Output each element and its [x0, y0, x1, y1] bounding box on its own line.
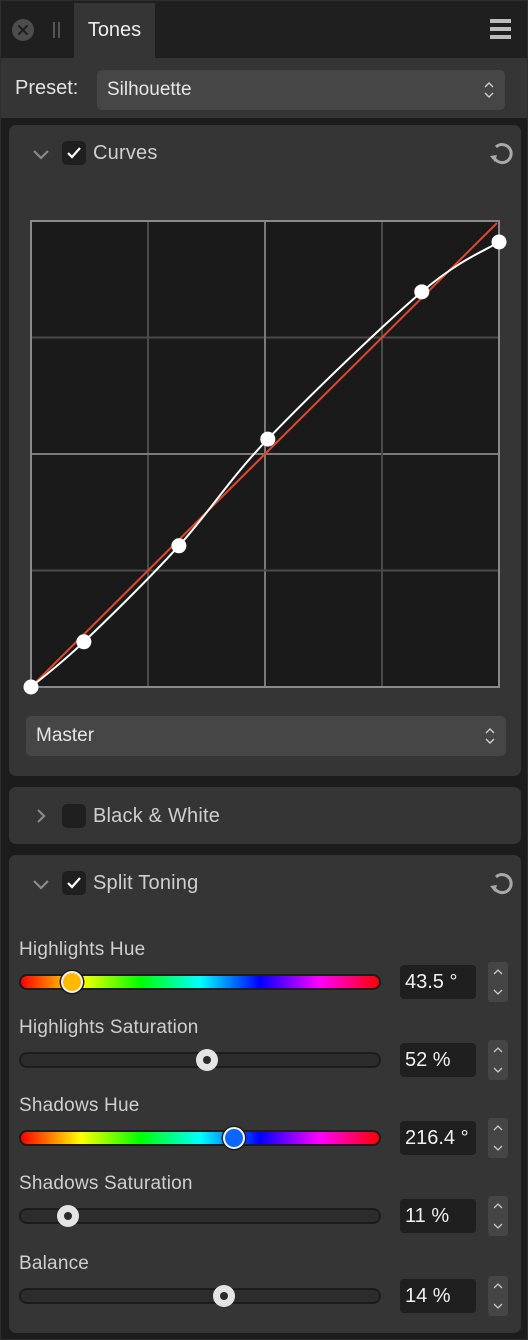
thumb-center-dot: [202, 1056, 211, 1064]
drag-grip-icon[interactable]: [53, 22, 60, 38]
reset-split-toning-icon[interactable]: [487, 869, 515, 897]
split-toning-enable-checkbox[interactable]: [62, 871, 86, 895]
curves-section: Curves Master: [9, 125, 521, 776]
chevron-down-icon: [493, 1145, 503, 1151]
curve-control-point[interactable]: [76, 634, 92, 650]
curve-control-point[interactable]: [23, 679, 39, 695]
curve-control-point[interactable]: [491, 234, 507, 250]
split-toning-header: Split Toning: [9, 855, 521, 913]
close-icon: [18, 25, 28, 35]
highlights-hue-stepper[interactable]: [488, 962, 508, 1002]
channel-value: Master: [36, 725, 95, 746]
decrement-button[interactable]: [488, 1060, 508, 1080]
increment-button[interactable]: [488, 1276, 508, 1296]
preset-value: Silhouette: [107, 79, 192, 100]
chevron-up-icon: [493, 1125, 503, 1131]
up-down-chevron-icon: [484, 82, 494, 98]
curve-control-point[interactable]: [171, 538, 187, 554]
shadows-hue-stepper[interactable]: [488, 1118, 508, 1158]
hamburger-menu-icon-bar: [490, 27, 511, 31]
hamburger-menu-icon-bar: [490, 35, 511, 39]
preset-row: Preset: Silhouette: [1, 58, 527, 118]
tab-tones[interactable]: Tones: [74, 3, 155, 58]
curves-header: Curves: [9, 125, 521, 183]
black-white-header: Black & White: [9, 787, 521, 845]
highlights-hue-label: Highlights Hue: [19, 939, 146, 960]
chevron-up-icon: [493, 1203, 503, 1209]
decrement-button[interactable]: [488, 1216, 508, 1236]
increment-button[interactable]: [488, 1196, 508, 1216]
up-down-chevron-icon: [485, 728, 495, 744]
thumb-center-dot: [64, 1212, 73, 1220]
close-panel-button[interactable]: [12, 19, 34, 41]
decrement-button[interactable]: [488, 982, 508, 1002]
balance-value-field[interactable]: 14 %: [400, 1279, 476, 1313]
chevron-down-icon[interactable]: [31, 145, 51, 163]
shadows-saturation-label: Shadows Saturation: [19, 1173, 193, 1194]
decrement-button[interactable]: [488, 1138, 508, 1158]
shadows-saturation-thumb[interactable]: [57, 1205, 80, 1227]
thumb-center-dot: [219, 1292, 228, 1300]
balance-thumb[interactable]: [212, 1285, 235, 1307]
chevron-up-icon: [493, 1047, 503, 1053]
checkmark-icon: [67, 877, 81, 889]
balance-label: Balance: [19, 1253, 90, 1274]
shadows-hue-value-field[interactable]: 216.4 °: [400, 1121, 476, 1155]
highlights-hue-value-field[interactable]: 43.5 °: [400, 965, 476, 999]
highlights-saturation-label: Highlights Saturation: [19, 1017, 199, 1038]
curve-control-point[interactable]: [260, 431, 276, 447]
chevron-down-icon: [493, 989, 503, 995]
chevron-down-icon: [493, 1303, 503, 1309]
black-white-section: Black & White: [9, 787, 521, 844]
shadows-saturation-stepper[interactable]: [488, 1196, 508, 1236]
highlights-saturation-stepper[interactable]: [488, 1040, 508, 1080]
panel-menu-button[interactable]: [490, 19, 511, 39]
preset-label: Preset:: [15, 77, 79, 99]
black-white-title: Black & White: [93, 805, 221, 827]
reset-curves-icon[interactable]: [487, 139, 515, 167]
chevron-down-icon: [493, 1223, 503, 1229]
hamburger-menu-icon: [490, 19, 511, 23]
chevron-right-icon[interactable]: [31, 807, 51, 825]
channel-select[interactable]: Master: [26, 716, 506, 756]
shadows-saturation-value-field[interactable]: 11 %: [400, 1199, 476, 1233]
tones-panel: Tones Preset: Silhouette Curves Master B…: [0, 0, 528, 1340]
split-toning-section: Split Toning Highlights Hue 43.5 ° Highl…: [9, 855, 521, 1333]
shadows-hue-slider[interactable]: [19, 1130, 381, 1146]
decrement-button[interactable]: [488, 1296, 508, 1316]
preset-select[interactable]: Silhouette: [97, 70, 505, 110]
curves-title: Curves: [93, 142, 158, 164]
increment-button[interactable]: [488, 1118, 508, 1138]
highlights-saturation-thumb[interactable]: [195, 1049, 218, 1071]
split-toning-title: Split Toning: [93, 872, 199, 894]
shadows-hue-thumb[interactable]: [223, 1127, 246, 1149]
increment-button[interactable]: [488, 962, 508, 982]
checkmark-icon: [67, 147, 81, 159]
highlights-hue-thumb[interactable]: [60, 971, 83, 993]
increment-button[interactable]: [488, 1040, 508, 1060]
chevron-down-icon[interactable]: [31, 875, 51, 893]
black-white-enable-checkbox[interactable]: [62, 804, 86, 828]
shadows-hue-label: Shadows Hue: [19, 1095, 140, 1116]
balance-stepper[interactable]: [488, 1276, 508, 1316]
curve-editor[interactable]: [21, 211, 521, 701]
chevron-down-icon: [493, 1067, 503, 1073]
highlights-saturation-value-field[interactable]: 52 %: [400, 1043, 476, 1077]
balance-slider[interactable]: [19, 1288, 381, 1304]
curves-enable-checkbox[interactable]: [62, 141, 86, 165]
curve-control-point[interactable]: [414, 284, 430, 300]
panel-titlebar: Tones: [1, 1, 527, 58]
chevron-up-icon: [493, 969, 503, 975]
chevron-up-icon: [493, 1283, 503, 1289]
